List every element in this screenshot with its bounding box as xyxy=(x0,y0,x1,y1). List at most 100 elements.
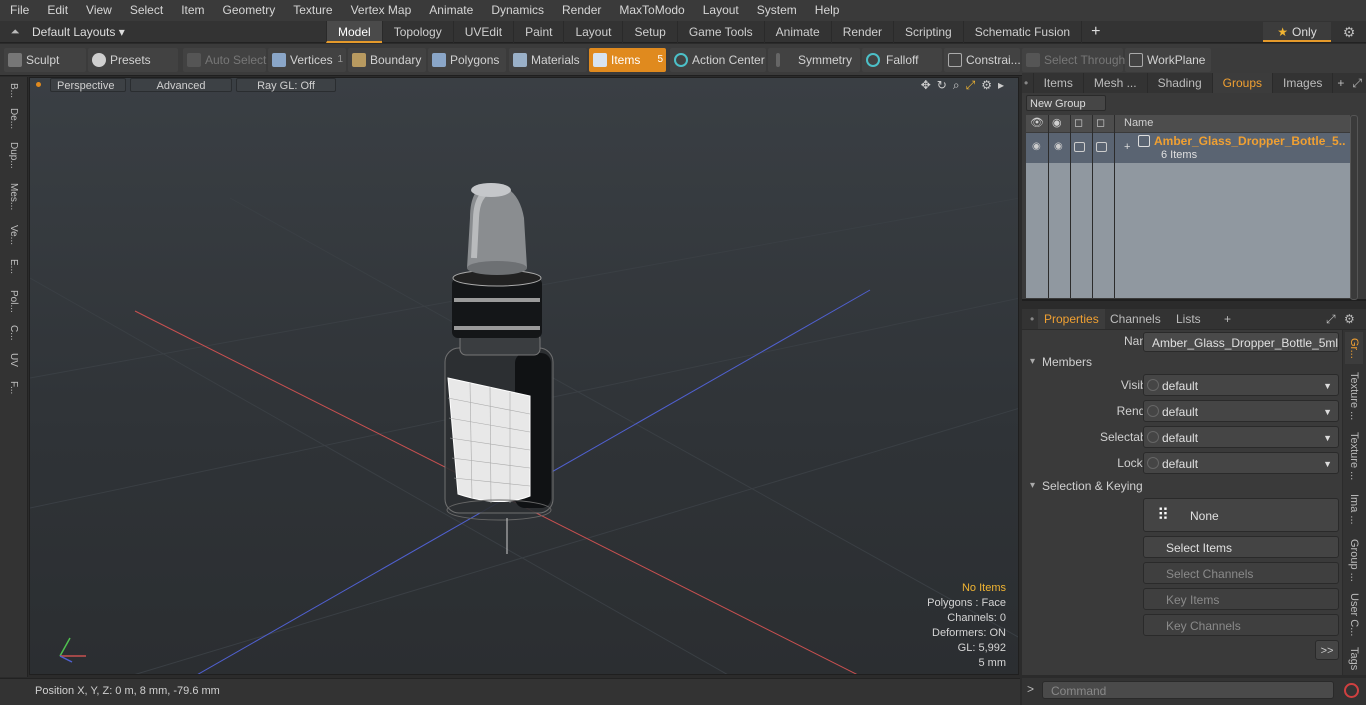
tab-topology[interactable]: Topology xyxy=(381,21,453,43)
tab-channels[interactable]: Channels xyxy=(1104,309,1167,329)
menu-help[interactable]: Help xyxy=(805,0,848,21)
selection-none-button[interactable]: ⠿ None xyxy=(1143,498,1339,532)
menu-texture[interactable]: Texture xyxy=(283,0,340,21)
group-name-field[interactable]: Amber_Glass_Dropper_Bottle_5ml (8) xyxy=(1143,332,1339,352)
symmetry-button[interactable]: Symmetry xyxy=(768,48,860,72)
add-panel-tab-icon[interactable]: + xyxy=(1333,73,1348,93)
select-cube-icon[interactable]: ◻ xyxy=(1074,115,1083,132)
side-tab-tags[interactable]: Tags xyxy=(1345,644,1363,674)
expand-plus-icon[interactable]: + xyxy=(1124,141,1130,153)
boundary-button[interactable]: Boundary xyxy=(348,48,426,72)
tool-tab-fusion[interactable]: F... xyxy=(4,373,22,403)
constraints-button[interactable]: Constrai... xyxy=(944,48,1021,72)
group-row[interactable]: ◉ ◉ + Amber_Glass_Dropper_Bottle_5... 6 … xyxy=(1026,133,1350,163)
tool-tab-polygon[interactable]: Pol... xyxy=(4,283,22,319)
menu-render[interactable]: Render xyxy=(552,0,609,21)
tab-schematic-fusion[interactable]: Schematic Fusion xyxy=(962,21,1081,43)
3d-viewport[interactable]: Perspective Advanced Ray GL: Off ✥ ↻ ⌕ ⤢… xyxy=(29,77,1019,675)
tab-paint[interactable]: Paint xyxy=(513,21,563,43)
tab-properties[interactable]: Properties xyxy=(1038,309,1105,329)
visible-dropdown[interactable]: default ▼ xyxy=(1143,374,1339,396)
command-input[interactable]: Command xyxy=(1042,681,1334,699)
materials-button[interactable]: Materials xyxy=(509,48,587,72)
side-tab-user-channels[interactable]: User C... xyxy=(1345,590,1363,640)
sculpt-button[interactable]: Sculpt xyxy=(4,48,86,72)
tab-images[interactable]: Images xyxy=(1273,73,1334,93)
menu-vertex-map[interactable]: Vertex Map xyxy=(341,0,420,21)
row-select-checkbox[interactable] xyxy=(1074,142,1085,152)
tool-tab-duplicate[interactable]: Dup... xyxy=(4,139,22,171)
tab-shading[interactable]: Shading xyxy=(1148,73,1213,93)
gear-icon[interactable]: ⚙ xyxy=(1340,23,1358,41)
selectable-dropdown[interactable]: default ▼ xyxy=(1143,426,1339,448)
tab-items[interactable]: Items xyxy=(1034,73,1084,93)
select-items-button[interactable]: Select Items xyxy=(1143,536,1339,558)
only-button[interactable]: ★ Only xyxy=(1263,22,1331,42)
render-dropdown[interactable]: default ▼ xyxy=(1143,400,1339,422)
menu-item[interactable]: Item xyxy=(171,0,212,21)
tool-tab-edge[interactable]: E... xyxy=(4,255,22,279)
visibility-eye-icon[interactable]: 👁 xyxy=(1030,115,1044,132)
add-tab-button[interactable]: + xyxy=(1081,21,1109,43)
properties-gear-icon[interactable]: ⚙ xyxy=(1338,309,1361,329)
lock-icon[interactable]: ◻ xyxy=(1096,115,1105,132)
tool-tab-uv[interactable]: UV xyxy=(4,349,22,371)
select-channels-button[interactable]: Select Channels xyxy=(1143,562,1339,584)
items-button[interactable]: Items 5 xyxy=(589,48,666,72)
more-button[interactable]: >> xyxy=(1315,640,1339,660)
tool-tab-curve[interactable]: C... xyxy=(4,319,22,347)
select-through-button[interactable]: Select Through xyxy=(1022,48,1125,72)
key-items-button[interactable]: Key Items xyxy=(1143,588,1339,610)
tab-model[interactable]: Model xyxy=(326,21,382,43)
expand-panel-icon[interactable]: ⤢ xyxy=(1348,73,1366,93)
row-lock-checkbox[interactable] xyxy=(1096,142,1107,152)
tool-tab-deform[interactable]: De... xyxy=(4,105,22,133)
tab-uvedit[interactable]: UVEdit xyxy=(452,21,513,43)
side-tab-group-2[interactable]: Group ... xyxy=(1345,534,1363,586)
menu-system[interactable]: System xyxy=(747,0,805,21)
menu-animate[interactable]: Animate xyxy=(419,0,481,21)
menu-edit[interactable]: Edit xyxy=(37,0,76,21)
side-tab-texture-2[interactable]: Texture ... xyxy=(1345,428,1363,484)
polygons-button[interactable]: Polygons xyxy=(428,48,506,72)
workplane-button[interactable]: WorkPlane xyxy=(1125,48,1211,72)
key-channels-button[interactable]: Key Channels xyxy=(1143,614,1339,636)
menu-select[interactable]: Select xyxy=(120,0,171,21)
menu-maxtomodo[interactable]: MaxToModo xyxy=(609,0,692,21)
tab-setup[interactable]: Setup xyxy=(622,21,676,43)
menu-view[interactable]: View xyxy=(76,0,120,21)
tab-animate[interactable]: Animate xyxy=(763,21,831,43)
new-group-button[interactable]: New Group xyxy=(1026,95,1106,111)
falloff-button[interactable]: Falloff xyxy=(862,48,942,72)
side-tab-group[interactable]: Gr... xyxy=(1345,332,1363,364)
menu-geometry[interactable]: Geometry xyxy=(213,0,284,21)
side-tab-texture-1[interactable]: Texture ... xyxy=(1345,368,1363,424)
menu-dynamics[interactable]: Dynamics xyxy=(481,0,552,21)
menu-file[interactable]: File xyxy=(0,0,37,21)
tab-lists[interactable]: Lists xyxy=(1170,309,1207,329)
tool-tab-mesh[interactable]: Mes... xyxy=(4,179,22,215)
tool-tab-vertex[interactable]: Ve... xyxy=(4,221,22,249)
side-tab-image[interactable]: Ima ... xyxy=(1345,488,1363,530)
tab-groups[interactable]: Groups xyxy=(1212,73,1274,93)
panel-menu-dot-icon[interactable]: • xyxy=(1022,73,1034,93)
render-icon[interactable]: ◉ xyxy=(1052,115,1062,132)
tab-scripting[interactable]: Scripting xyxy=(893,21,963,43)
tab-layout[interactable]: Layout xyxy=(563,21,622,43)
selection-keying-section-header[interactable]: Selection & Keying xyxy=(1026,478,1338,494)
layouts-dropdown[interactable]: Default Layouts ▾ xyxy=(32,21,125,43)
add-properties-tab-icon[interactable]: + xyxy=(1218,309,1237,329)
members-section-header[interactable]: Members xyxy=(1026,354,1338,370)
auto-select-button[interactable]: Auto Select xyxy=(183,48,266,72)
menu-layout[interactable]: Layout xyxy=(693,0,747,21)
row-eye-icon[interactable]: ◉ xyxy=(1032,141,1041,152)
tool-tab-basic[interactable]: B... xyxy=(4,79,22,103)
locked-dropdown[interactable]: default ▼ xyxy=(1143,452,1339,474)
action-center-button[interactable]: Action Center xyxy=(670,48,766,72)
vertices-button[interactable]: Vertices 1 xyxy=(268,48,346,72)
row-render-icon[interactable]: ◉ xyxy=(1054,141,1063,152)
groups-scrollbar[interactable] xyxy=(1350,115,1358,300)
tab-render[interactable]: Render xyxy=(830,21,893,43)
presets-button[interactable]: Presets xyxy=(88,48,178,72)
tab-game-tools[interactable]: Game Tools xyxy=(676,21,764,43)
